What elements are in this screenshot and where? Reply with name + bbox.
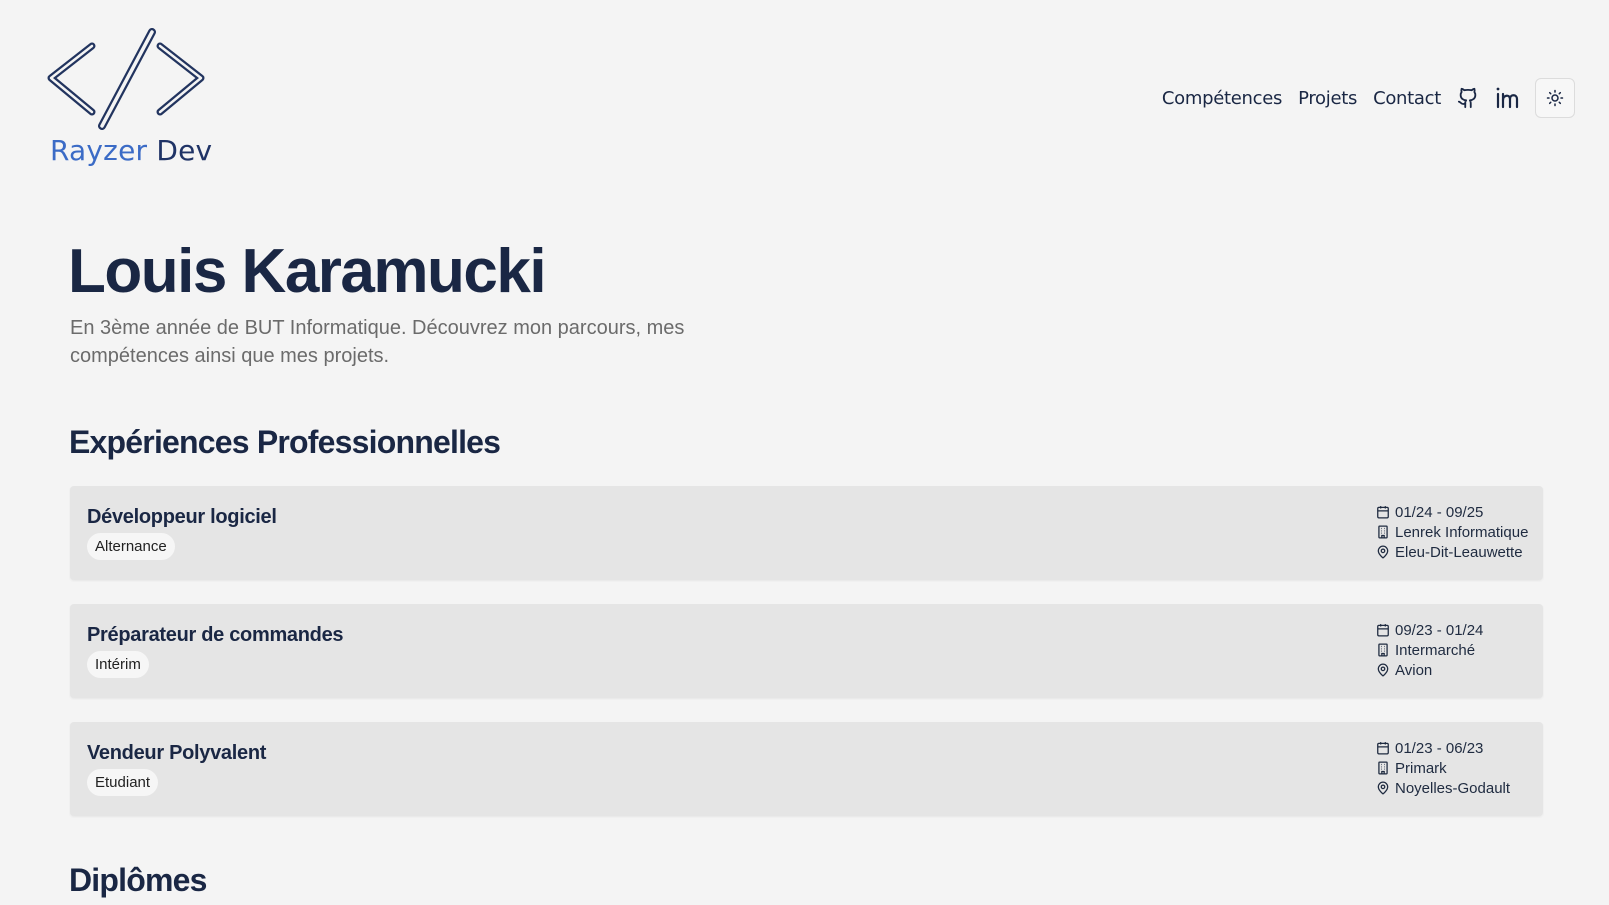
map-pin-icon (1377, 663, 1389, 677)
linkedin-link[interactable] (1495, 86, 1521, 110)
experience-type-badge: Intérim (87, 651, 149, 678)
calendar-icon (1377, 624, 1389, 637)
linkedin-icon (1496, 87, 1519, 109)
experience-location: Noyelles-Godault (1395, 779, 1511, 797)
sun-icon (1546, 89, 1564, 107)
experience-location-row: Avion (1376, 660, 1483, 680)
logo[interactable]: Rayzer Dev (44, 28, 214, 173)
header: Rayzer Dev Compétences Projets Contact (0, 0, 1609, 190)
experience-dates-row: 01/23 - 06/23 (1376, 738, 1510, 758)
building-icon (1378, 643, 1388, 657)
map-pin-icon (1377, 545, 1389, 559)
page: Rayzer Dev Compétences Projets Contact L… (0, 0, 1609, 905)
experience-dates: 09/23 - 01/24 (1395, 621, 1484, 639)
github-icon (1457, 87, 1477, 109)
experience-card: Vendeur Polyvalent Etudiant 01/23 - 06/2… (70, 722, 1543, 816)
building-icon (1378, 761, 1388, 775)
experience-company-row: Primark (1376, 758, 1510, 778)
experience-company: Primark (1395, 759, 1447, 777)
nav-link-competences[interactable]: Compétences (1162, 88, 1283, 109)
experience-location-row: Noyelles-Godault (1376, 778, 1510, 798)
experience-dates: 01/23 - 06/23 (1395, 739, 1484, 757)
brand-name: Rayzer Dev (50, 134, 212, 167)
calendar-icon (1377, 742, 1389, 755)
brand-name-part2: Dev (156, 134, 213, 167)
experience-meta: 01/23 - 06/23 Primark Noyelles-Godault (1376, 738, 1510, 798)
experience-company: Intermarché (1395, 641, 1476, 659)
experience-dates: 01/24 - 09/25 (1395, 503, 1484, 521)
experience-company-row: Intermarché (1376, 640, 1483, 660)
code-brackets-icon (47, 28, 205, 130)
experience-company: Lenrek Informatique (1395, 523, 1529, 541)
experience-type-badge: Alternance (87, 533, 175, 560)
nav-link-contact[interactable]: Contact (1373, 88, 1441, 109)
nav-link-projets[interactable]: Projets (1298, 88, 1357, 109)
experience-dates-row: 09/23 - 01/24 (1376, 620, 1483, 640)
experience-type-badge: Etudiant (87, 769, 159, 796)
experience-company-row: Lenrek Informatique (1376, 522, 1528, 542)
main-nav: Compétences Projets Contact (1146, 78, 1575, 118)
theme-toggle-button[interactable] (1535, 78, 1575, 118)
experience-location: Eleu-Dit-Leauwette (1395, 543, 1523, 561)
experience-title: Développeur logiciel (87, 506, 277, 528)
experience-location-row: Eleu-Dit-Leauwette (1376, 542, 1528, 562)
hero-subtitle: En 3ème année de BUT Informatique. Décou… (70, 317, 685, 367)
experience-card: Préparateur de commandes Intérim 09/23 -… (70, 604, 1543, 698)
experience-location: Avion (1395, 661, 1433, 679)
hero-title: Louis Karamucki (68, 237, 547, 306)
brand-name-part1: Rayzer (50, 134, 148, 167)
building-icon (1378, 525, 1388, 539)
experience-meta: 01/24 - 09/25 Lenrek Informatique Eleu-D… (1376, 502, 1528, 562)
experience-title: Vendeur Polyvalent (87, 742, 267, 764)
github-link[interactable] (1457, 86, 1479, 110)
calendar-icon (1377, 506, 1389, 519)
map-pin-icon (1377, 781, 1389, 795)
experience-meta: 09/23 - 01/24 Intermarché Avion (1376, 620, 1483, 680)
diplomas-section-title: Diplômes (69, 862, 207, 898)
experience-dates-row: 01/24 - 09/25 (1376, 502, 1528, 522)
experience-title: Préparateur de commandes (87, 624, 344, 646)
experiences-section-title: Expériences Professionnelles (69, 424, 501, 460)
experience-card: Développeur logiciel Alternance 01/24 - … (70, 486, 1543, 580)
